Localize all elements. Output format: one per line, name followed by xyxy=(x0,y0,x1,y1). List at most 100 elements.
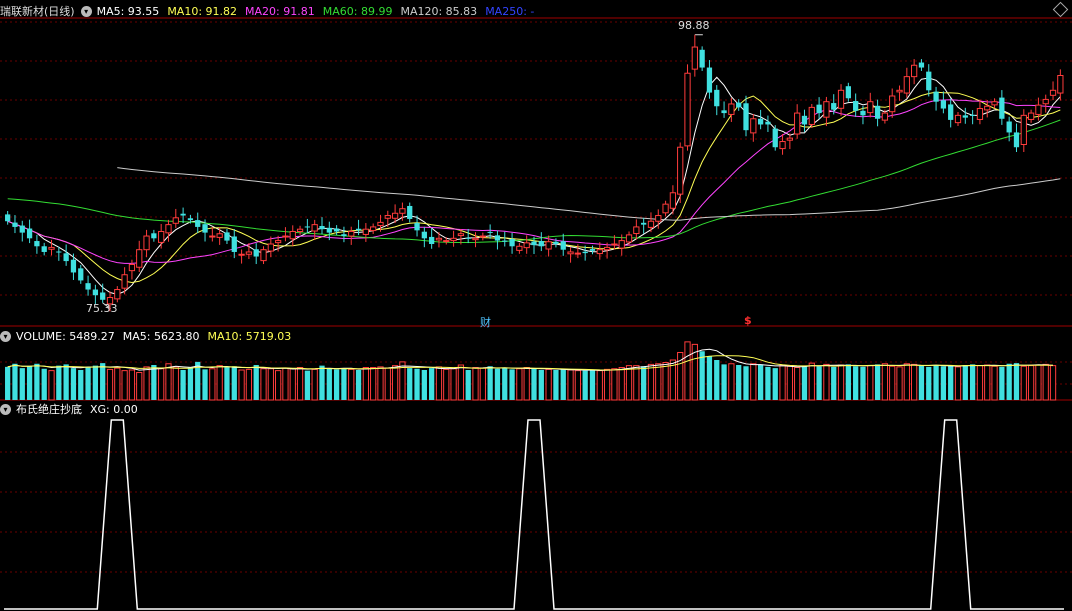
candle-body xyxy=(231,236,237,252)
volume-bar xyxy=(12,363,18,400)
volume-bar xyxy=(165,363,172,401)
volume-ma5-line xyxy=(7,348,1054,371)
volume-bar xyxy=(245,368,253,401)
candle-body xyxy=(603,246,611,251)
volume-bar xyxy=(516,368,523,401)
volume-bar xyxy=(728,363,735,401)
volume-bar xyxy=(940,366,947,400)
candle-body xyxy=(151,233,157,239)
volume-bar xyxy=(333,369,340,400)
candle-body xyxy=(282,235,289,238)
candle-body xyxy=(128,263,136,272)
financial-report-marker[interactable]: 财 xyxy=(480,314,491,330)
candle-body xyxy=(48,246,55,250)
candle-body xyxy=(801,115,808,125)
candle-body xyxy=(1035,104,1042,115)
volume-moving-averages xyxy=(7,348,1054,371)
candle-body xyxy=(684,72,691,147)
volume-bar xyxy=(655,363,662,401)
volume-bar xyxy=(238,369,245,401)
volume-bar xyxy=(78,370,84,400)
candle-body xyxy=(370,226,377,232)
volume-bar xyxy=(801,365,808,400)
volume-bar xyxy=(911,363,918,401)
candle-body xyxy=(319,226,325,230)
candle-body xyxy=(333,228,340,232)
volume-bar xyxy=(823,363,830,401)
volume-bar xyxy=(509,369,515,400)
candle-body xyxy=(699,49,705,68)
candle-body xyxy=(457,233,465,237)
volume-bar xyxy=(603,368,611,401)
volume-bar xyxy=(867,365,874,401)
candle-body xyxy=(794,112,801,135)
candle-body xyxy=(429,236,435,244)
volume-bar xyxy=(151,365,157,400)
volume-bars xyxy=(5,341,1057,401)
volume-bar xyxy=(384,367,391,401)
candle-body xyxy=(487,231,493,233)
volume-bar xyxy=(435,366,443,401)
candle-body xyxy=(596,249,603,255)
ma120-value: MA120: 85.83 xyxy=(400,4,478,18)
ma20-value: MA20: 91.81 xyxy=(245,4,315,18)
candle-body xyxy=(647,220,655,228)
volume-bar xyxy=(224,366,230,400)
volume-bar xyxy=(999,366,1005,400)
volume-bar xyxy=(289,368,296,401)
candle-body xyxy=(896,89,903,93)
ma5-value: MA5: 93.55 xyxy=(96,4,160,18)
candle-body xyxy=(772,128,778,148)
candle-body xyxy=(100,292,106,300)
candle-body xyxy=(641,222,647,225)
candle-body xyxy=(195,220,201,227)
volume-bar xyxy=(311,368,318,401)
candle-body xyxy=(786,137,793,141)
candle-body xyxy=(611,243,618,246)
candle-body xyxy=(421,231,427,239)
volume-bar xyxy=(472,367,479,401)
dividend-marker[interactable]: $ xyxy=(744,314,752,327)
ma10-value: MA10: 91.82 xyxy=(167,4,238,18)
volume-toggle-icon[interactable]: ▾ xyxy=(0,330,11,342)
volume-bar xyxy=(582,370,588,400)
candle-body xyxy=(216,233,223,238)
volume-bar xyxy=(545,368,552,401)
volume-bar xyxy=(267,368,274,401)
volume-bar xyxy=(209,368,216,401)
candle-body xyxy=(78,268,84,281)
candle-body xyxy=(479,235,486,238)
volume-bar xyxy=(618,367,625,401)
candle-body xyxy=(443,240,450,243)
candle-body xyxy=(260,249,267,262)
candle-body xyxy=(728,103,735,115)
candle-body xyxy=(655,215,662,222)
candle-body xyxy=(757,118,764,125)
volume-bar xyxy=(348,368,355,401)
volume-bar xyxy=(5,366,11,400)
volume-bar xyxy=(845,364,851,400)
volume-bar xyxy=(172,366,179,401)
indicator-toggle-icon[interactable]: ▾ xyxy=(0,403,11,415)
volume-bar xyxy=(962,365,968,400)
collapse-toggle-icon[interactable]: ▾ xyxy=(80,5,92,17)
candle-body xyxy=(823,101,830,118)
volume-value: VOLUME: 5489.27 xyxy=(16,329,115,343)
stock-title[interactable]: 瑞联新材(日线) xyxy=(0,3,75,19)
volume-bar xyxy=(282,367,289,401)
volume-bar xyxy=(969,364,976,400)
indicator-name[interactable]: 布氏绝庄抄底 xyxy=(16,401,82,417)
candle-body xyxy=(114,289,121,300)
candle-body xyxy=(377,221,384,227)
kline-chart[interactable] xyxy=(0,0,1072,611)
candle-body xyxy=(494,235,501,241)
ma250-value: MA250: - xyxy=(485,4,535,18)
volume-bar xyxy=(231,366,237,400)
candle-body xyxy=(502,240,508,242)
volume-bar xyxy=(407,368,413,400)
candle-body xyxy=(625,234,633,243)
volume-bar xyxy=(34,363,40,400)
volume-bar xyxy=(706,356,713,400)
candle-body xyxy=(808,106,815,125)
xg-value: XG: 0.00 xyxy=(90,402,138,416)
